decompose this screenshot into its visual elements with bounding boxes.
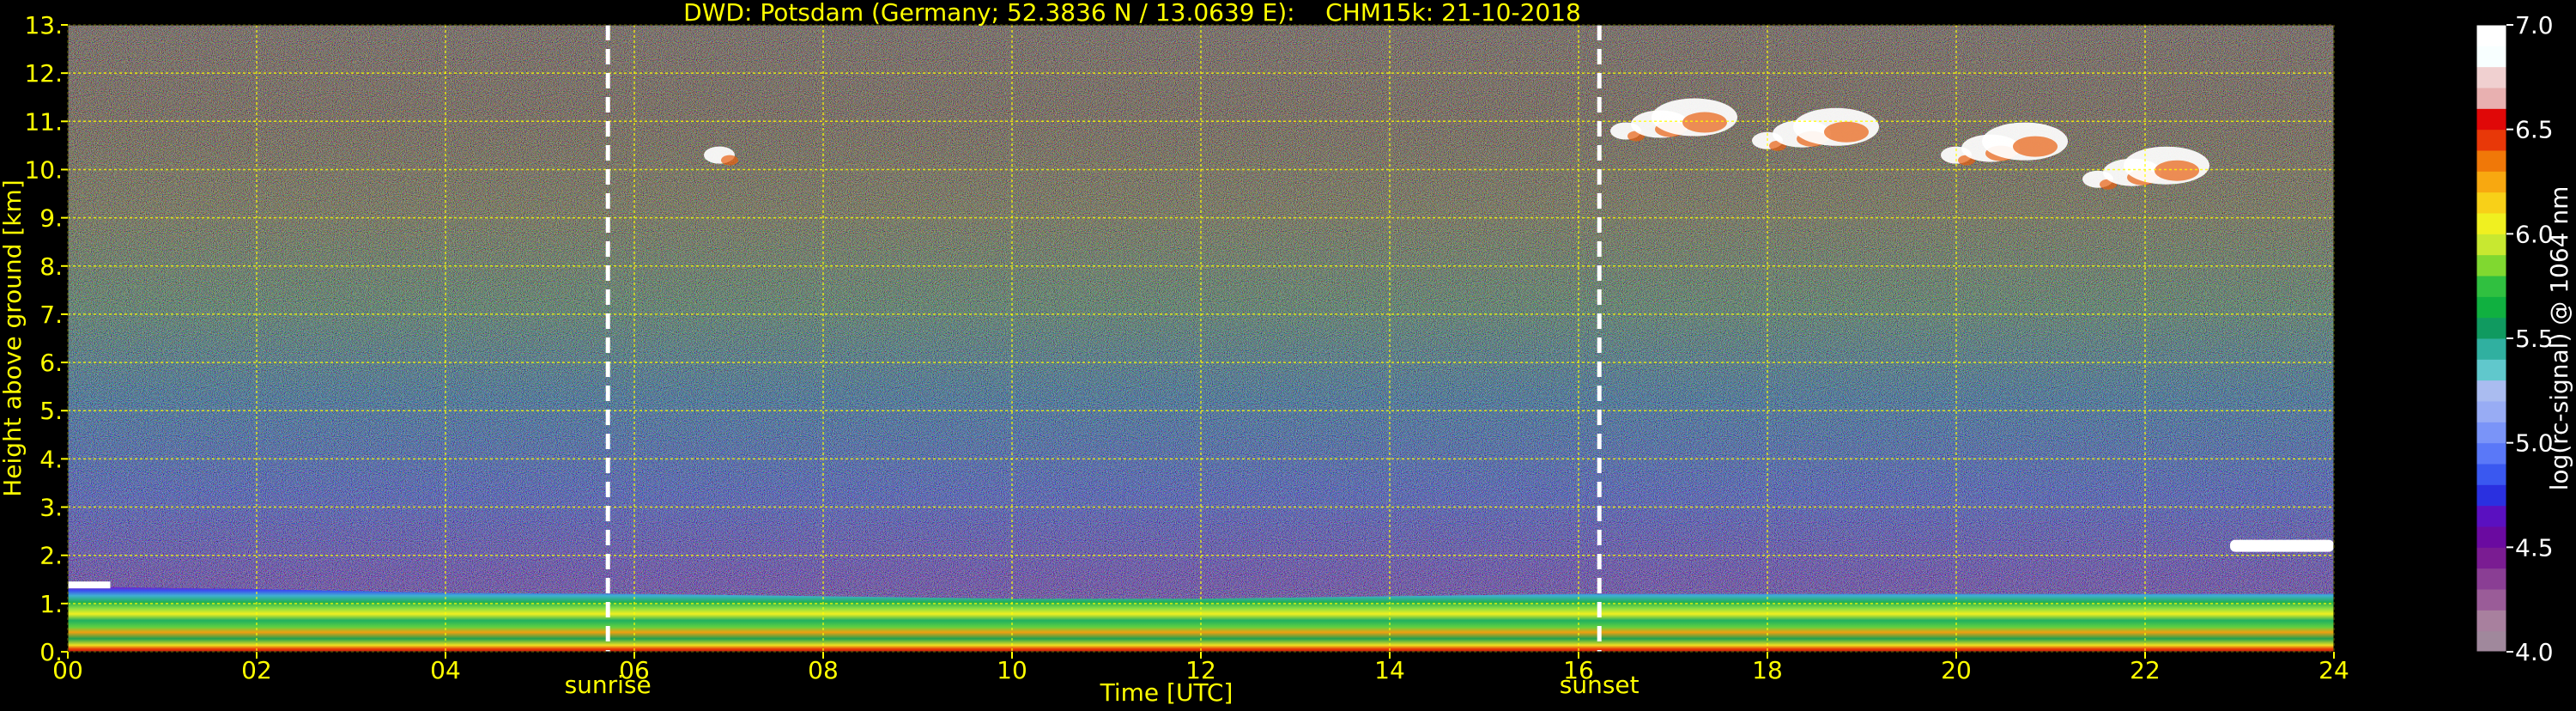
y-tick-label: 10. — [24, 155, 63, 184]
early-cloud-top — [68, 581, 111, 589]
colorbar-swatch — [2476, 66, 2506, 88]
y-tick-label: 3. — [39, 494, 63, 522]
ceilometer-chart: 00 02 04 06 08 10 12 14 16 18 20 22 24 sunrise sunset 0… — [0, 0, 2576, 708]
colorbar-swatch — [2476, 338, 2506, 360]
colorbar-swatch — [2476, 505, 2506, 527]
colorbar-swatch — [2476, 422, 2506, 444]
high-cloud-patch-edge — [1824, 121, 1869, 143]
y-tick-label: 9. — [39, 204, 63, 233]
y-tick-label: 6. — [39, 349, 63, 377]
chart-svg: 00 02 04 06 08 10 12 14 16 18 20 22 24sunrise sunset0… — [0, 0, 2573, 707]
x-tick-label: 04 — [430, 656, 461, 684]
low-cloud-layer — [2230, 539, 2334, 552]
x-axis-label: Time [UTC] — [1100, 678, 1233, 707]
colorbar-swatch — [2476, 526, 2506, 548]
colorbar-swatch — [2476, 213, 2506, 234]
x-tick-label: 10 — [997, 656, 1027, 684]
high-cloud-patch-edge — [721, 155, 738, 166]
colorbar-swatch — [2476, 129, 2506, 151]
y-tick-label: 2. — [39, 542, 63, 570]
colorbar-swatch — [2476, 442, 2506, 465]
colorbar-swatch — [2476, 589, 2506, 611]
y-tick-label: 0. — [39, 638, 63, 666]
colorbar-swatch — [2476, 359, 2506, 381]
colorbar-swatch — [2476, 171, 2506, 193]
colorbar-tick-label: 6.5 — [2515, 116, 2554, 144]
y-tick-label: 11. — [24, 107, 63, 136]
colorbar-label: log(rc-signal) @ 1064 nm — [2545, 186, 2573, 491]
chart-title: DWD: Potsdam (Germany; 52.3836 N / 13.06… — [683, 0, 1581, 27]
colorbar-swatch — [2476, 108, 2506, 131]
colorbar-swatch — [2476, 191, 2506, 214]
colorbar-swatch — [2476, 234, 2506, 256]
y-tick-label: 8. — [39, 252, 63, 281]
y-axis-label: Height above ground [km] — [0, 179, 27, 497]
x-tick-label: 24 — [2318, 656, 2349, 684]
colorbar-swatch — [2476, 380, 2506, 402]
x-tick-label: 20 — [1941, 656, 1972, 684]
colorbar-tick-label: 4.0 — [2515, 638, 2554, 666]
high-cloud-patch-edge — [2155, 160, 2199, 181]
colorbar-swatch — [2476, 547, 2506, 569]
colorbar-swatch — [2476, 317, 2506, 339]
colorbar-swatch — [2476, 296, 2506, 319]
colorbar-swatch — [2476, 88, 2506, 109]
y-tick-label: 13. — [24, 11, 63, 40]
colorbar-tick-label: 4.5 — [2515, 533, 2554, 562]
colorbar-swatch — [2476, 25, 2506, 46]
x-tick-label: 22 — [2130, 656, 2161, 684]
y-tick-label: 5. — [39, 397, 63, 425]
colorbar-swatch — [2476, 150, 2506, 172]
y-tick-label: 1. — [39, 590, 63, 618]
colorbar-swatch — [2476, 254, 2506, 276]
x-tick-label: 18 — [1752, 656, 1783, 684]
colorbar-swatch — [2476, 610, 2506, 632]
y-tick-label: 7. — [39, 301, 63, 329]
high-cloud-patch-edge — [1682, 112, 1727, 133]
sunset-label: sunset — [1560, 671, 1640, 699]
y-tick-label: 4. — [39, 445, 63, 473]
colorbar-swatch — [2476, 464, 2506, 485]
x-tick-label: 02 — [241, 656, 272, 684]
colorbar-swatch — [2476, 568, 2506, 590]
colorbar-swatch — [2476, 630, 2506, 653]
colorbar-swatch — [2476, 401, 2506, 422]
colorbar-swatch — [2476, 46, 2506, 68]
colorbar-tick-label: 7.0 — [2515, 11, 2554, 40]
high-cloud-patch-edge — [2013, 136, 2058, 157]
x-tick-label: 08 — [808, 656, 839, 684]
colorbar-swatch — [2476, 276, 2506, 297]
colorbar-swatch — [2476, 484, 2506, 507]
x-tick-label: 14 — [1374, 656, 1405, 684]
sunrise-label: sunrise — [565, 671, 652, 699]
y-tick-label: 12. — [24, 59, 63, 88]
